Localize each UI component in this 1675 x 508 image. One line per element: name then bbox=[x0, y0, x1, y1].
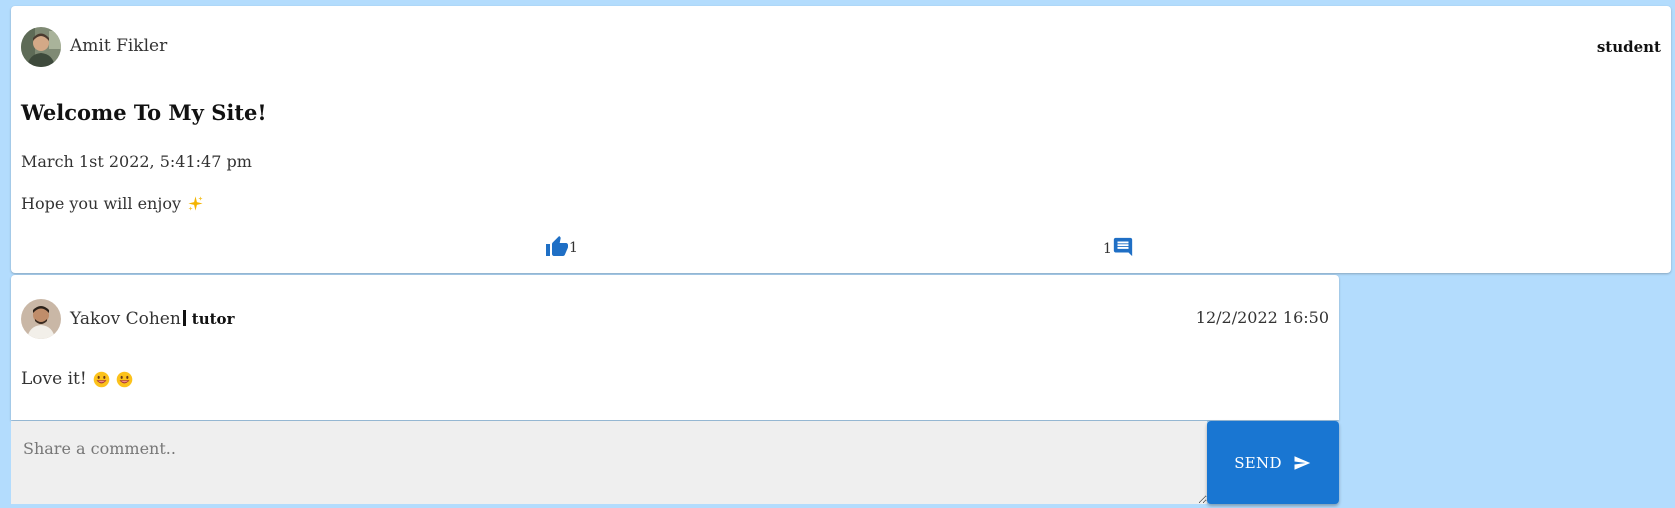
post-card: Amit Fikler student Welcome To My Site! … bbox=[11, 6, 1671, 273]
sparkles-icon bbox=[188, 196, 203, 211]
commenter-role: tutor bbox=[191, 310, 235, 328]
comment-form: SEND bbox=[11, 421, 1339, 504]
comment-icon[interactable] bbox=[1112, 236, 1134, 258]
role-separator bbox=[182, 310, 186, 326]
comment-body: Love it! bbox=[21, 369, 133, 389]
post-author-name[interactable]: Amit Fikler bbox=[70, 36, 167, 56]
commenter-avatar[interactable] bbox=[21, 299, 61, 339]
author-role-badge: student bbox=[1596, 38, 1661, 56]
thumbs-up-icon[interactable] bbox=[545, 235, 569, 257]
send-icon bbox=[1294, 455, 1311, 470]
comments-count: 1 bbox=[1103, 241, 1112, 257]
comments-toggle[interactable]: 1 bbox=[1103, 236, 1134, 258]
grinning-face-icon bbox=[116, 371, 132, 387]
post-date: March 1st 2022, 5:41:47 pm bbox=[21, 152, 252, 171]
comment-timestamp: 12/2/2022 16:50 bbox=[1195, 308, 1329, 327]
like-button[interactable]: 1 bbox=[545, 235, 578, 257]
avatar-photo-icon bbox=[21, 27, 61, 67]
comment-input[interactable] bbox=[11, 421, 1207, 504]
author-avatar[interactable] bbox=[21, 27, 61, 67]
post-title: Welcome To My Site! bbox=[21, 100, 267, 125]
post-body-text: Hope you will enjoy bbox=[21, 194, 181, 213]
comment-text: Love it! bbox=[21, 369, 87, 389]
post-body: Hope you will enjoy bbox=[21, 194, 204, 213]
commenter-name[interactable]: Yakov Cohen bbox=[70, 309, 181, 329]
avatar-photo-icon bbox=[21, 299, 61, 339]
comment-author: Yakov Cohen tutor bbox=[70, 308, 234, 329]
comment-card: Yakov Cohen tutor 12/2/2022 16:50 Love i… bbox=[11, 275, 1339, 420]
grinning-face-icon bbox=[93, 371, 109, 387]
likes-count: 1 bbox=[569, 240, 578, 256]
send-button[interactable]: SEND bbox=[1207, 421, 1339, 504]
send-label: SEND bbox=[1234, 453, 1282, 472]
